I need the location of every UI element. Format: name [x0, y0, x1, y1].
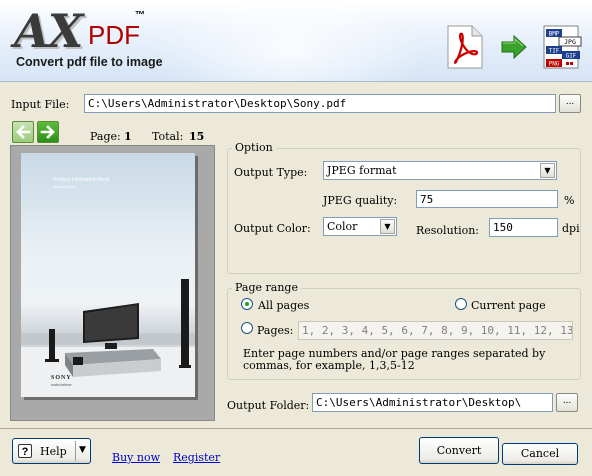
chevron-down-icon[interactable]: ▼: [380, 219, 395, 234]
pages-input[interactable]: 1, 2, 3, 4, 5, 6, 7, 8, 9, 10, 11, 12, 1…: [298, 321, 573, 340]
resolution-label: Resolution:: [416, 224, 480, 237]
app-tagline: Convert pdf file to image: [16, 55, 163, 69]
current-page-radio[interactable]: [455, 298, 467, 310]
current-page-label[interactable]: Current page: [471, 299, 546, 312]
jpeg-quality-unit: %: [564, 194, 575, 207]
page-preview-panel: Product Information Book Spring 2012 SON…: [10, 145, 215, 421]
format-jpg: JPG: [564, 38, 576, 46]
jpeg-quality-input[interactable]: 75: [416, 190, 558, 208]
format-png: PNG: [549, 61, 560, 68]
all-pages-label[interactable]: All pages: [258, 299, 309, 312]
brand-tagline: make.believe: [51, 383, 72, 387]
doc-title: Product Information Book: [53, 177, 110, 183]
buy-now-link[interactable]: Buy now: [112, 451, 160, 464]
help-label: Help: [40, 445, 67, 458]
format-tif: TIF: [549, 48, 560, 55]
cancel-button[interactable]: Cancel: [502, 443, 578, 465]
brand-logo: SONY: [51, 375, 72, 381]
banner-swoosh: [150, 0, 430, 81]
output-type-select[interactable]: JPEG format ▼: [323, 161, 557, 180]
previous-page-button[interactable]: [12, 121, 34, 143]
output-color-value: Color: [327, 220, 358, 233]
format-gif: GIF: [566, 53, 577, 60]
green-arrow-icon: [501, 34, 527, 60]
page-label: Page:: [90, 130, 121, 143]
chevron-down-icon[interactable]: ▼: [540, 163, 555, 178]
help-button[interactable]: ? Help ▼: [12, 438, 91, 464]
input-file-label: Input File:: [11, 98, 70, 111]
help-split-divider: [75, 441, 76, 461]
pdf-document-icon: [447, 25, 483, 69]
logo-pdf: PDF: [88, 20, 140, 50]
register-link[interactable]: Register: [173, 451, 220, 464]
arrow-right-icon: [40, 125, 55, 139]
resolution-unit: dpi: [562, 222, 580, 235]
footer-divider: [0, 428, 592, 429]
next-page-button[interactable]: [37, 121, 59, 143]
pages-label[interactable]: Pages:: [257, 324, 293, 337]
logo-trademark: ™: [135, 10, 145, 21]
output-color-select[interactable]: Color ▼: [323, 217, 397, 236]
output-folder-label: Output Folder:: [227, 399, 310, 412]
input-file-browse-button[interactable]: ...: [559, 94, 581, 113]
input-file-field[interactable]: C:\Users\Administrator\Desktop\Sony.pdf: [84, 94, 556, 113]
all-pages-radio[interactable]: [241, 298, 253, 310]
page-number: 1: [124, 130, 132, 143]
pages-radio[interactable]: [241, 322, 253, 334]
convert-button[interactable]: Convert: [419, 437, 499, 464]
output-folder-browse-button[interactable]: ...: [556, 393, 578, 412]
output-type-value: JPEG format: [327, 164, 397, 177]
product-photo: [21, 279, 195, 397]
help-icon: ?: [18, 444, 32, 458]
page-range-hint: Enter page numbers and/or page ranges se…: [243, 347, 546, 372]
option-legend: Option: [232, 141, 276, 154]
page-range-legend: Page range: [232, 281, 301, 294]
jpeg-quality-label: JPEG quality:: [323, 194, 398, 207]
output-type-label: Output Type:: [234, 166, 308, 179]
svg-text:?: ?: [22, 446, 29, 458]
arrow-left-icon: [16, 125, 31, 139]
doc-subtitle: Spring 2012: [53, 184, 75, 189]
header-banner: AX PDF ™ Convert pdf file to image BMP J…: [0, 0, 592, 82]
image-formats-icon: BMP JPG TIF GIF PNG: [543, 25, 582, 69]
logo-ax: AX: [14, 4, 83, 58]
total-pages: 15: [189, 130, 205, 143]
chevron-down-icon[interactable]: ▼: [79, 445, 86, 455]
resolution-input[interactable]: 150: [489, 218, 558, 237]
total-label: Total:: [152, 130, 184, 143]
output-folder-field[interactable]: C:\Users\Administrator\Desktop\: [312, 393, 553, 412]
page-thumbnail: Product Information Book Spring 2012 SON…: [21, 153, 195, 397]
format-bmp: BMP: [549, 31, 560, 38]
output-color-label: Output Color:: [234, 222, 311, 235]
